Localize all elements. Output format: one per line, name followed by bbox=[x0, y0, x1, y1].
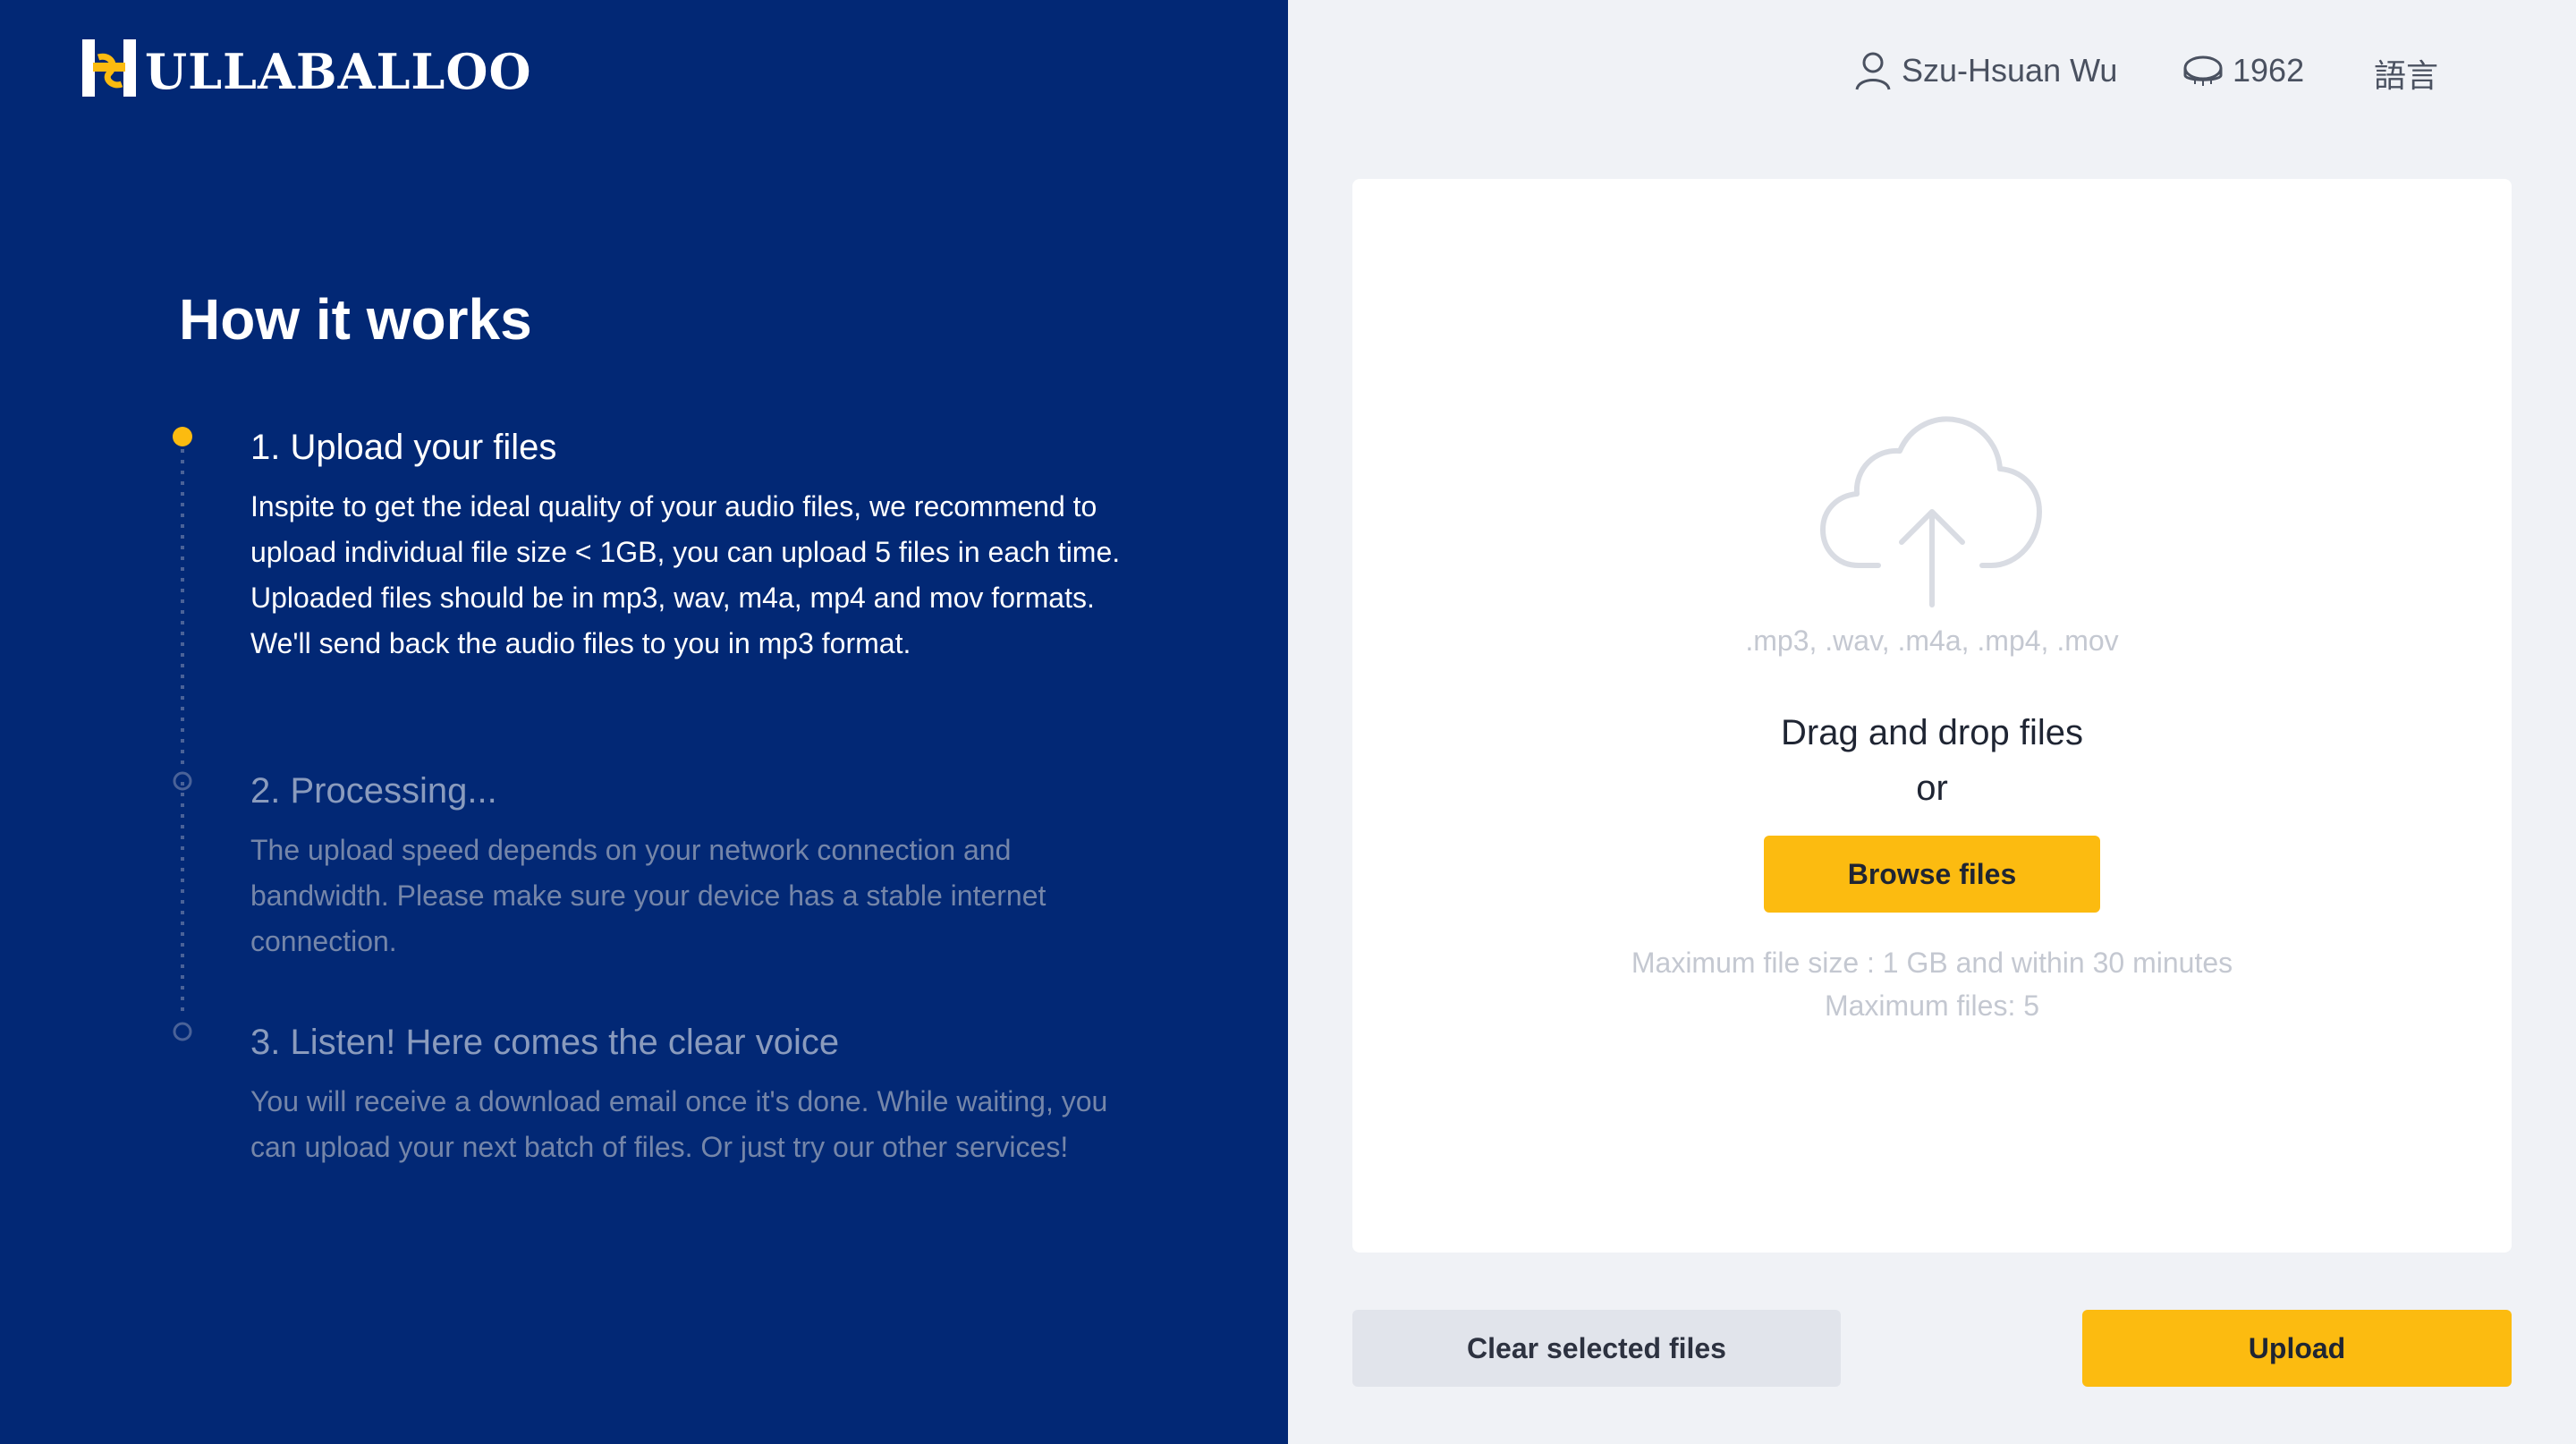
step-1-marker bbox=[173, 427, 192, 446]
drag-drop-text: Drag and drop files bbox=[1781, 713, 2083, 752]
upload-button[interactable]: Upload bbox=[2082, 1310, 2512, 1387]
how-it-works-title: How it works bbox=[179, 287, 532, 352]
accepted-formats: .mp3, .wav, .m4a, .mp4, .mov bbox=[1745, 624, 2119, 657]
clear-selected-files-button[interactable]: Clear selected files bbox=[1352, 1310, 1841, 1387]
drag-drop-prompt: Drag and drop files or bbox=[1352, 705, 2512, 816]
upload-limits: Maximum file size : 1 GB and within 30 m… bbox=[1352, 941, 2512, 1027]
credits-display[interactable]: 1962 bbox=[2182, 50, 2304, 91]
file-dropzone[interactable]: .mp3, .wav, .m4a, .mp4, .mov Drag and dr… bbox=[1352, 179, 2512, 1253]
credits-count: 1962 bbox=[2233, 52, 2305, 89]
or-text: or bbox=[1916, 769, 1948, 808]
progress-timeline bbox=[173, 427, 192, 1041]
step-upload: 1. Upload your files Inspite to get the … bbox=[250, 428, 1127, 667]
brand-name: ULLABALLOO bbox=[145, 43, 532, 100]
hullaballoo-logo[interactable]: ULLABALLOO bbox=[82, 38, 531, 98]
coin-icon bbox=[2183, 55, 2223, 86]
user-menu[interactable]: Szu-Hsuan Wu bbox=[1853, 50, 2117, 91]
step-3-marker bbox=[173, 1022, 192, 1041]
language-switch[interactable]: 語言 bbox=[2374, 50, 2438, 97]
step-title: 2. Processing... bbox=[250, 771, 497, 811]
step-2-marker bbox=[173, 771, 192, 791]
logo-h-mark-icon bbox=[82, 38, 143, 98]
cloud-upload-icon bbox=[1820, 416, 2042, 607]
step-description: The upload speed depends on your network… bbox=[250, 834, 1046, 957]
user-icon bbox=[1855, 52, 1891, 90]
max-file-size-text: Maximum file size : 1 GB and within 30 m… bbox=[1631, 947, 2233, 979]
step-listen: 3. Listen! Here comes the clear voice Yo… bbox=[250, 1023, 1127, 1170]
user-name: Szu-Hsuan Wu bbox=[1902, 52, 2118, 89]
step-processing: 2. Processing... The upload speed depend… bbox=[250, 771, 1127, 964]
how-it-works-panel: ULLABALLOO How it works 1. Upload your f… bbox=[0, 0, 1288, 1444]
max-files-text: Maximum files: 5 bbox=[1824, 990, 2040, 1022]
step-title: 3. Listen! Here comes the clear voice bbox=[250, 1023, 840, 1062]
step-description: You will receive a download email once i… bbox=[250, 1085, 1108, 1163]
language-label: 語言 bbox=[2374, 57, 2439, 94]
step-description: Inspite to get the ideal quality of your… bbox=[250, 490, 1121, 659]
browse-files-button[interactable]: Browse files bbox=[1764, 836, 2100, 913]
step-title: 1. Upload your files bbox=[250, 428, 557, 467]
